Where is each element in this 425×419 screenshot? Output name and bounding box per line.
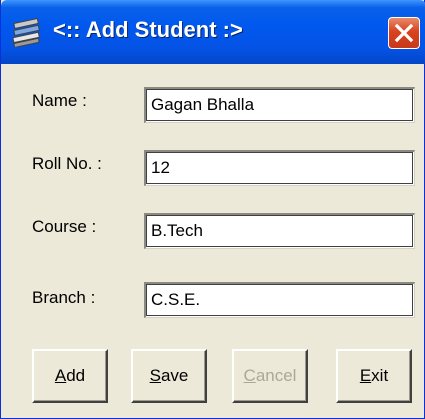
course-label: Course : [32,217,97,236]
stacked-books-icon [11,17,43,49]
cancel-button: Cancel [232,349,308,403]
name-label: Name : [32,91,87,110]
name-field[interactable]: Gagan Bhalla [144,87,415,123]
branch-field[interactable]: C.S.E. [144,282,415,318]
window-title: <:: Add Student :> [53,17,243,42]
add-student-window: <:: Add Student :> Name : Gagan Bhalla R… [0,0,425,419]
course-field[interactable]: B.Tech [144,213,415,249]
exit-button[interactable]: Exit [336,349,412,403]
add-button[interactable]: Add [32,349,108,403]
save-button[interactable]: Save [131,349,207,403]
roll-no-label: Roll No. : [32,154,102,173]
branch-label: Branch : [32,288,96,307]
title-bar[interactable]: <:: Add Student :> [1,0,425,64]
roll-no-field[interactable]: 12 [144,150,415,186]
close-button[interactable] [388,17,420,49]
